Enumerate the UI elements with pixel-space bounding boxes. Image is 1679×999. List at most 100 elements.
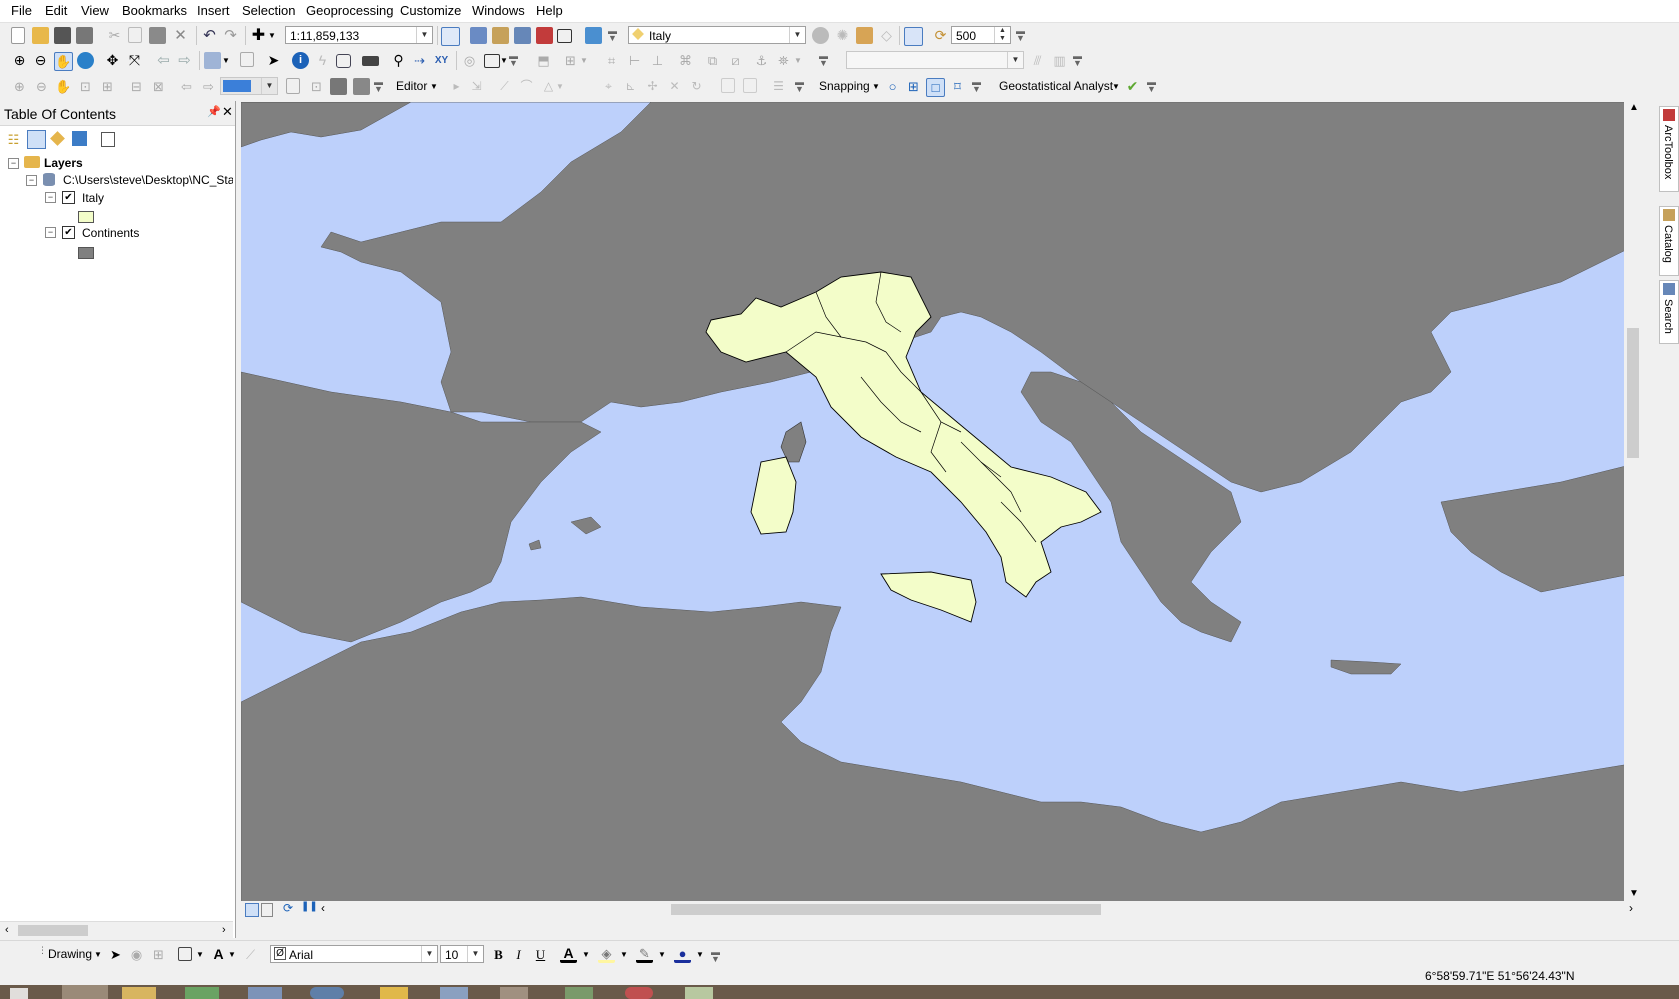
taskbar-arcgis-icon[interactable] xyxy=(380,987,408,999)
taskbar-app-icon[interactable] xyxy=(685,987,713,999)
taskbar-app-icon[interactable] xyxy=(185,987,219,999)
trace-icon[interactable]: △ xyxy=(540,78,557,95)
change-layout-icon[interactable] xyxy=(330,78,347,95)
scroll-right-icon[interactable]: › xyxy=(222,924,226,936)
modelbuilder-icon[interactable] xyxy=(585,27,602,44)
map-topology-icon[interactable]: ⌘ xyxy=(677,52,694,69)
taskbar-app-icon[interactable] xyxy=(440,987,468,999)
zoom-percent-combo[interactable]: ▼ xyxy=(220,77,278,95)
font-color-icon[interactable]: A xyxy=(560,946,577,963)
select-features-icon[interactable] xyxy=(204,52,221,69)
topology-icon[interactable]: ⊞ xyxy=(562,52,579,69)
continents-symbol-swatch[interactable] xyxy=(78,247,94,259)
italic-icon[interactable]: I xyxy=(510,946,527,963)
rectangle-icon[interactable] xyxy=(178,947,192,961)
redo-icon[interactable]: ↷ xyxy=(222,27,239,44)
attributes-icon[interactable] xyxy=(721,78,735,93)
zoom-out-icon[interactable]: ⊖ xyxy=(32,52,49,69)
edit-vertices-drawing-icon[interactable]: ⟋ xyxy=(242,946,259,963)
snapping-dropdown-icon[interactable]: ▼ xyxy=(872,82,880,91)
validate-icon[interactable]: ⊢ xyxy=(626,52,643,69)
construction-dropdown-icon[interactable]: ▼ xyxy=(556,78,573,95)
construct-features-icon[interactable]: ⧄ xyxy=(727,52,744,69)
scroll-thumb[interactable] xyxy=(671,904,1101,915)
editor-dropdown-icon[interactable]: ▼ xyxy=(430,82,438,91)
delete-icon[interactable]: ✕ xyxy=(172,27,189,44)
collapse-continents-icon[interactable]: − xyxy=(45,227,56,238)
toggle-draft-icon[interactable] xyxy=(286,78,300,94)
reshape-dropdown-icon[interactable]: ▼ xyxy=(794,52,811,69)
list-by-visibility-icon[interactable] xyxy=(50,131,65,146)
end-snap-icon[interactable]: ⊞ xyxy=(905,78,922,95)
measure-icon[interactable] xyxy=(362,56,379,66)
list-by-source-icon[interactable] xyxy=(27,130,46,149)
straight-segment-icon[interactable]: ⟋ xyxy=(496,78,513,95)
target-layer-combo[interactable]: Italy ▼ xyxy=(628,26,806,44)
reshape-feature-icon[interactable]: ⊾ xyxy=(622,78,639,95)
go-to-xy-icon[interactable]: XY xyxy=(433,52,450,69)
toc-layer-italy[interactable]: Italy xyxy=(82,191,104,205)
zoom-100-icon[interactable]: ⊞ xyxy=(99,78,116,95)
vertex-snap-icon[interactable]: □ xyxy=(926,78,945,97)
point-snap-icon[interactable]: ○ xyxy=(884,78,901,95)
identify-icon[interactable]: i xyxy=(292,52,309,69)
menu-geoprocessing[interactable]: Geoprocessing xyxy=(306,3,393,18)
find-icon[interactable]: ⚲ xyxy=(390,52,407,69)
map-horizontal-scrollbar[interactable]: ⟳ ❚❚ ‹ › xyxy=(241,901,1642,918)
menu-customize[interactable]: Customize xyxy=(400,3,461,18)
map-view[interactable]: ▲ ▼ ⟳ ❚❚ ‹ › xyxy=(241,102,1642,918)
georeference-icon[interactable]: ⬒ xyxy=(535,52,552,69)
menu-selection[interactable]: Selection xyxy=(242,3,295,18)
edit-tool-icon[interactable]: ▸ xyxy=(448,78,465,95)
pause-drawing-icon[interactable]: ❚❚ xyxy=(301,901,318,912)
empty-layer-combo[interactable]: ▼ xyxy=(846,51,1024,69)
snapping-menu[interactable]: Snapping xyxy=(819,79,870,93)
chevron-down-icon[interactable]: ▼ xyxy=(261,78,277,94)
drawing-dropdown-icon[interactable]: ▼ xyxy=(94,950,102,959)
layout-forward-icon[interactable]: ⇨ xyxy=(200,78,217,95)
chevron-down-icon[interactable]: ▼ xyxy=(789,27,805,43)
topology-dropdown-icon[interactable]: ▼ xyxy=(580,52,597,69)
full-extent-icon[interactable] xyxy=(77,52,94,69)
zoom-to-elements-icon[interactable]: ⊞ xyxy=(150,946,167,963)
geostatistical-wizard-icon[interactable]: ✔ xyxy=(1124,78,1141,95)
menu-windows[interactable]: Windows xyxy=(472,3,525,18)
scroll-down-icon[interactable]: ▼ xyxy=(1629,888,1639,899)
effects-icon[interactable] xyxy=(856,27,873,44)
edit-annotation-icon[interactable]: ⇲ xyxy=(468,78,485,95)
chevron-down-icon[interactable]: ▼ xyxy=(467,946,483,962)
toc-datasource-label[interactable]: C:\Users\steve\Desktop\NC_Stat xyxy=(63,173,233,187)
scroll-up-icon[interactable]: ▲ xyxy=(1629,102,1639,113)
layout-back-icon[interactable]: ⇦ xyxy=(178,78,195,95)
rotate-icon[interactable]: ↻ xyxy=(688,78,705,95)
font-size-combo[interactable]: 10 ▼ xyxy=(440,945,484,963)
reshape-icon[interactable]: ⛯ xyxy=(775,52,792,69)
error-inspector-icon[interactable]: ⊥ xyxy=(649,52,666,69)
cut-polygons-icon[interactable]: ✢ xyxy=(644,78,661,95)
bold-icon[interactable]: B xyxy=(490,946,507,963)
scroll-left-icon[interactable]: ‹ xyxy=(5,924,9,936)
pan-icon[interactable]: ✋ xyxy=(54,52,73,71)
zoom-in-icon[interactable]: ⊕ xyxy=(11,52,28,69)
create-viewer-icon[interactable] xyxy=(484,54,500,68)
undo-icon[interactable]: ↶ xyxy=(201,27,218,44)
text-dropdown-icon[interactable]: ▼ xyxy=(228,950,236,959)
list-by-drawing-order-icon[interactable]: ☷ xyxy=(5,131,22,148)
catalog-tab[interactable]: Catalog xyxy=(1659,206,1679,276)
menu-help[interactable]: Help xyxy=(536,3,563,18)
python-window-icon[interactable] xyxy=(557,29,572,43)
toc-horizontal-scrollbar[interactable]: ‹ › xyxy=(0,921,233,939)
line-color-dropdown-icon[interactable]: ▼ xyxy=(658,950,666,959)
continents-visibility-checkbox[interactable]: ✔ xyxy=(62,226,75,239)
layout-zoom-in-icon[interactable]: ⊕ xyxy=(11,78,28,95)
fill-color-dropdown-icon[interactable]: ▼ xyxy=(620,950,628,959)
create-features-icon[interactable]: ☰ xyxy=(770,78,787,95)
marker-color-icon[interactable]: ● xyxy=(674,946,691,963)
menu-edit[interactable]: Edit xyxy=(45,3,67,18)
add-data-icon[interactable]: ✚ xyxy=(250,27,267,44)
rectangle-dropdown-icon[interactable]: ▼ xyxy=(196,950,204,959)
layout-view-icon[interactable] xyxy=(261,903,273,917)
select-elements-icon[interactable]: ➤ xyxy=(265,52,282,69)
taskbar-app-icon[interactable] xyxy=(625,987,653,999)
menu-insert[interactable]: Insert xyxy=(197,3,230,18)
